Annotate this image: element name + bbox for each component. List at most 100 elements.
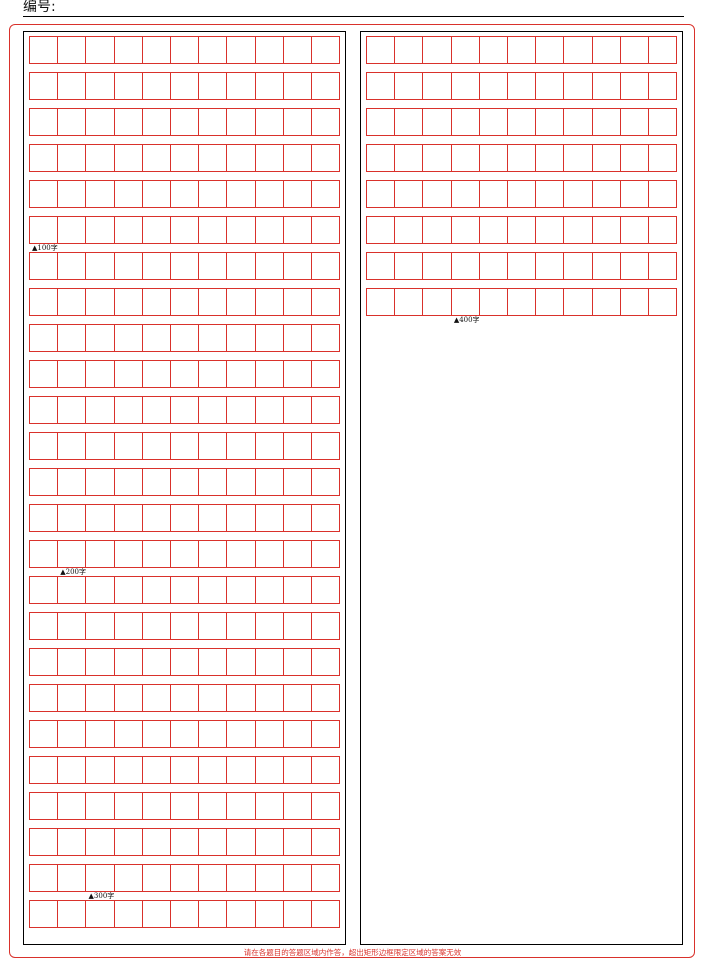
grid-cell[interactable] bbox=[312, 757, 339, 783]
grid-cell[interactable] bbox=[199, 253, 228, 279]
grid-cell[interactable] bbox=[227, 865, 256, 891]
grid-cell[interactable] bbox=[312, 577, 339, 603]
grid-cell[interactable] bbox=[115, 757, 143, 783]
grid-cell[interactable] bbox=[199, 865, 228, 891]
grid-cell[interactable] bbox=[86, 325, 115, 351]
grid-cell[interactable] bbox=[227, 325, 256, 351]
grid-cell[interactable] bbox=[30, 541, 59, 567]
grid-cell[interactable] bbox=[171, 613, 200, 639]
grid-cell[interactable] bbox=[312, 73, 339, 99]
grid-cell[interactable] bbox=[199, 361, 228, 387]
grid-cell[interactable] bbox=[58, 145, 87, 171]
grid-cell[interactable] bbox=[30, 793, 59, 819]
grid-cell[interactable] bbox=[30, 181, 59, 207]
grid-cell[interactable] bbox=[199, 793, 228, 819]
grid-cell[interactable] bbox=[115, 109, 143, 135]
grid-cell[interactable] bbox=[227, 289, 256, 315]
grid-cell[interactable] bbox=[649, 289, 676, 315]
grid-cell[interactable] bbox=[227, 433, 256, 459]
grid-cell[interactable] bbox=[312, 37, 339, 63]
grid-cell[interactable] bbox=[256, 757, 284, 783]
grid-cell[interactable] bbox=[86, 721, 115, 747]
grid-cell[interactable] bbox=[86, 757, 115, 783]
grid-cell[interactable] bbox=[284, 865, 312, 891]
grid-cell[interactable] bbox=[30, 505, 59, 531]
grid-cell[interactable] bbox=[452, 109, 480, 135]
grid-cell[interactable] bbox=[30, 721, 59, 747]
grid-cell[interactable] bbox=[227, 541, 256, 567]
grid-cell[interactable] bbox=[564, 73, 593, 99]
grid-cell[interactable] bbox=[367, 73, 396, 99]
grid-cell[interactable] bbox=[508, 37, 537, 63]
grid-cell[interactable] bbox=[143, 685, 171, 711]
grid-cell[interactable] bbox=[564, 181, 593, 207]
grid-cell[interactable] bbox=[312, 361, 339, 387]
grid-cell[interactable] bbox=[284, 577, 312, 603]
grid-cell[interactable] bbox=[143, 649, 171, 675]
grid-cell[interactable] bbox=[143, 469, 171, 495]
grid-cell[interactable] bbox=[367, 145, 396, 171]
grid-cell[interactable] bbox=[480, 253, 508, 279]
grid-cell[interactable] bbox=[480, 145, 508, 171]
grid-cell[interactable] bbox=[536, 289, 565, 315]
grid-cell[interactable] bbox=[58, 613, 87, 639]
grid-cell[interactable] bbox=[480, 37, 508, 63]
grid-cell[interactable] bbox=[171, 181, 200, 207]
grid-cell[interactable] bbox=[227, 109, 256, 135]
grid-cell[interactable] bbox=[115, 793, 143, 819]
grid-cell[interactable] bbox=[256, 577, 284, 603]
grid-cell[interactable] bbox=[564, 217, 593, 243]
grid-cell[interactable] bbox=[171, 361, 200, 387]
grid-cell[interactable] bbox=[171, 829, 200, 855]
grid-cell[interactable] bbox=[227, 37, 256, 63]
grid-cell[interactable] bbox=[171, 757, 200, 783]
grid-cell[interactable] bbox=[227, 649, 256, 675]
grid-cell[interactable] bbox=[284, 253, 312, 279]
grid-cell[interactable] bbox=[30, 649, 59, 675]
grid-cell[interactable] bbox=[143, 217, 171, 243]
grid-cell[interactable] bbox=[227, 685, 256, 711]
grid-cell[interactable] bbox=[199, 433, 228, 459]
grid-cell[interactable] bbox=[86, 181, 115, 207]
grid-cell[interactable] bbox=[256, 541, 284, 567]
grid-cell[interactable] bbox=[593, 217, 621, 243]
grid-cell[interactable] bbox=[58, 433, 87, 459]
grid-cell[interactable] bbox=[593, 181, 621, 207]
grid-cell[interactable] bbox=[115, 685, 143, 711]
grid-cell[interactable] bbox=[395, 289, 424, 315]
grid-cell[interactable] bbox=[312, 469, 339, 495]
grid-cell[interactable] bbox=[256, 433, 284, 459]
grid-cell[interactable] bbox=[395, 181, 424, 207]
grid-cell[interactable] bbox=[58, 757, 87, 783]
grid-cell[interactable] bbox=[58, 217, 87, 243]
grid-cell[interactable] bbox=[593, 145, 621, 171]
grid-cell[interactable] bbox=[199, 109, 228, 135]
grid-cell[interactable] bbox=[199, 649, 228, 675]
grid-cell[interactable] bbox=[256, 685, 284, 711]
grid-cell[interactable] bbox=[86, 109, 115, 135]
grid-cell[interactable] bbox=[227, 901, 256, 927]
grid-cell[interactable] bbox=[171, 577, 200, 603]
grid-cell[interactable] bbox=[284, 793, 312, 819]
grid-cell[interactable] bbox=[58, 289, 87, 315]
grid-cell[interactable] bbox=[30, 469, 59, 495]
grid-cell[interactable] bbox=[115, 37, 143, 63]
grid-cell[interactable] bbox=[86, 361, 115, 387]
grid-cell[interactable] bbox=[143, 289, 171, 315]
grid-cell[interactable] bbox=[593, 37, 621, 63]
grid-cell[interactable] bbox=[312, 829, 339, 855]
grid-cell[interactable] bbox=[199, 469, 228, 495]
grid-cell[interactable] bbox=[367, 37, 396, 63]
grid-cell[interactable] bbox=[256, 73, 284, 99]
grid-cell[interactable] bbox=[115, 145, 143, 171]
grid-cell[interactable] bbox=[480, 217, 508, 243]
grid-cell[interactable] bbox=[256, 181, 284, 207]
grid-cell[interactable] bbox=[143, 577, 171, 603]
grid-cell[interactable] bbox=[58, 865, 87, 891]
grid-cell[interactable] bbox=[508, 181, 537, 207]
grid-cell[interactable] bbox=[423, 253, 452, 279]
grid-cell[interactable] bbox=[227, 577, 256, 603]
grid-cell[interactable] bbox=[30, 397, 59, 423]
grid-cell[interactable] bbox=[649, 37, 676, 63]
grid-cell[interactable] bbox=[536, 73, 565, 99]
